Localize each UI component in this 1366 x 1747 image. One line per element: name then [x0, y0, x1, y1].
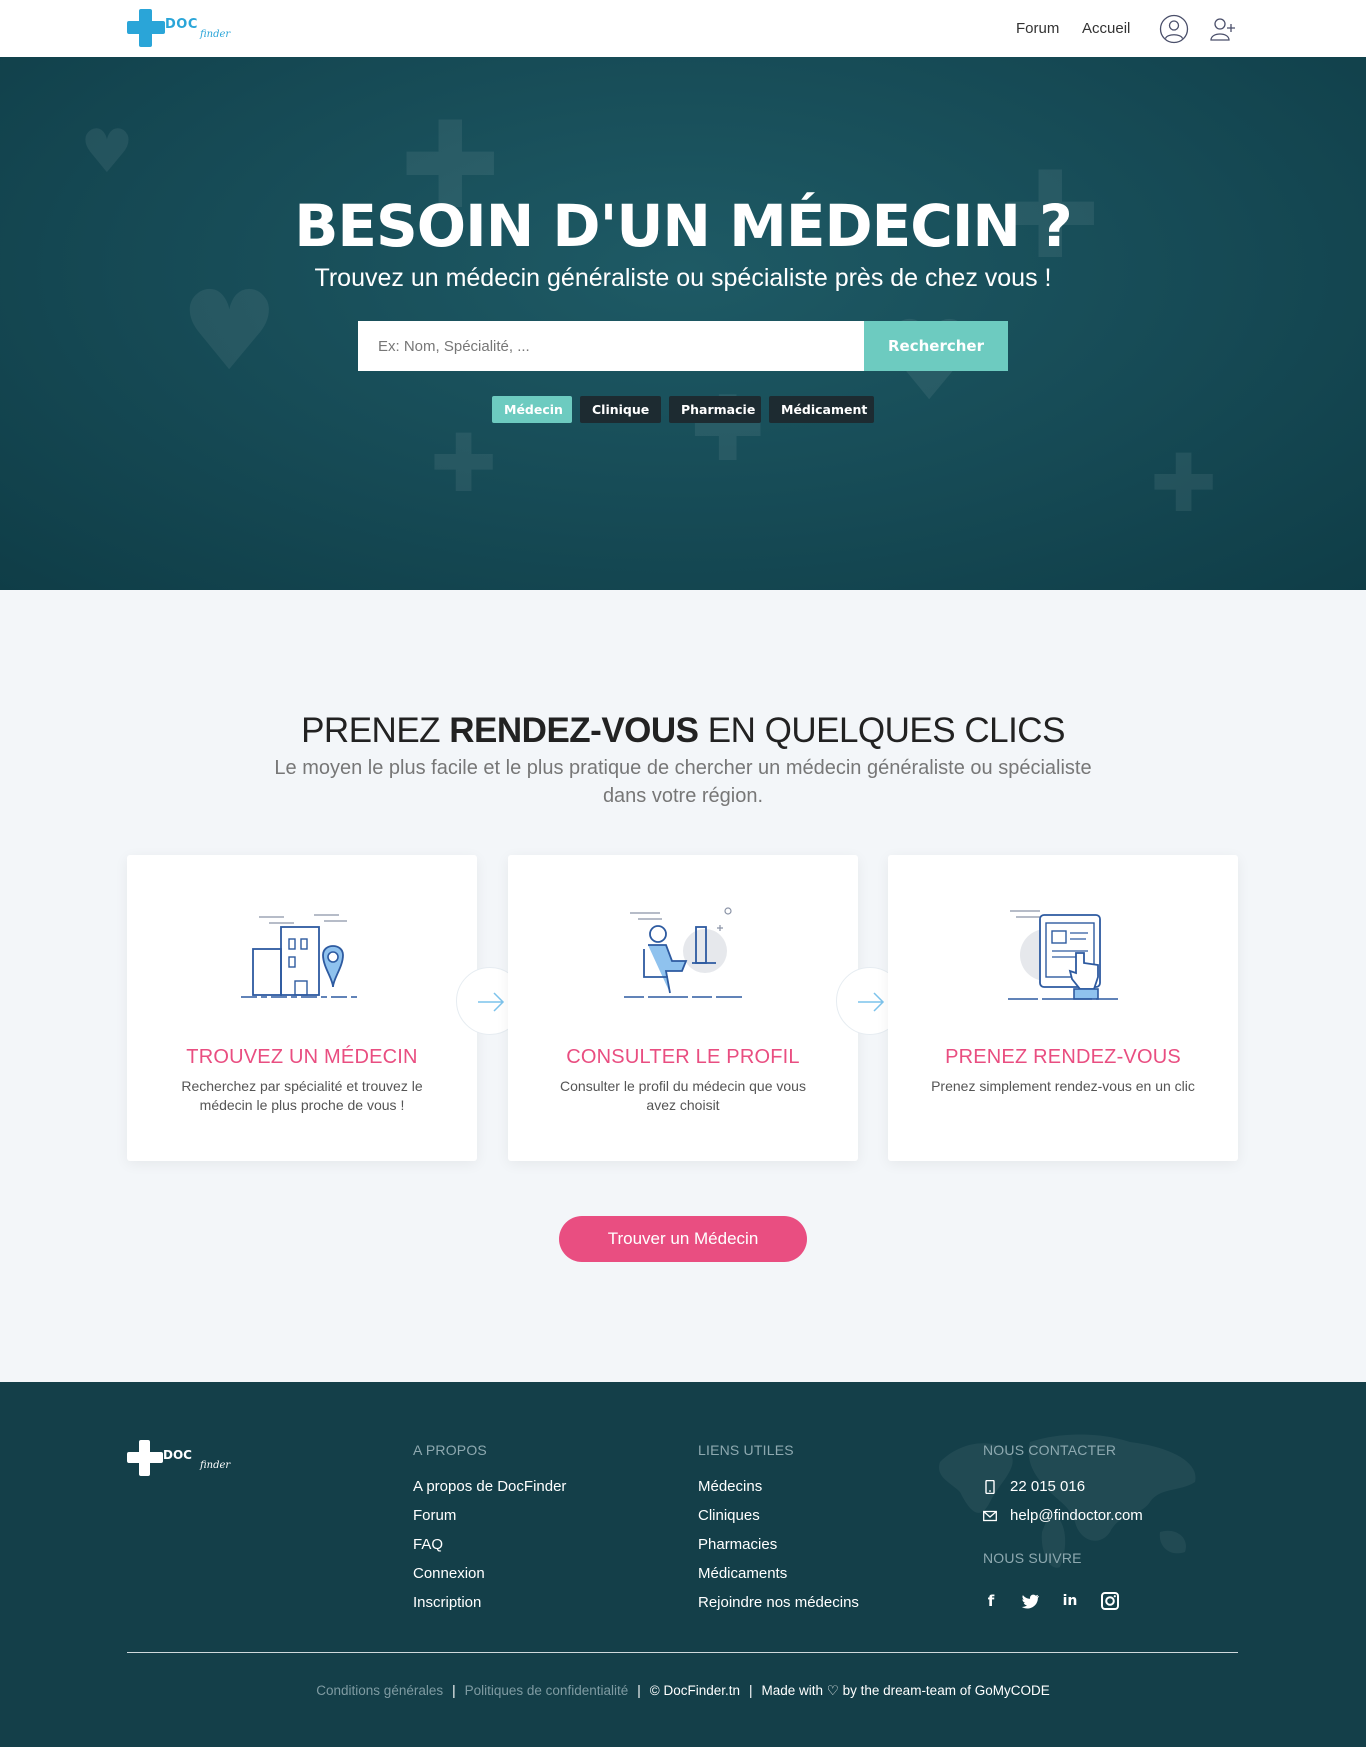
footer-link-medecins[interactable]: Médecins — [698, 1478, 762, 1495]
filter-medicament[interactable]: Médicament — [769, 396, 874, 423]
filter-clinique[interactable]: Clinique — [580, 396, 661, 423]
footer-heading-about: A PROPOS — [413, 1442, 487, 1458]
steps-description: Le moyen le plus facile et le plus prati… — [274, 757, 1092, 807]
card-title: TROUVEZ UN MÉDECIN — [186, 1046, 418, 1068]
person-at-computer-icon — [624, 907, 742, 998]
footer-link-forum[interactable]: Forum — [413, 1507, 456, 1524]
card-title: CONSULTER LE PROFIL — [566, 1046, 800, 1068]
step-card-find-doctor: TROUVEZ UN MÉDECIN Recherchez par spécia… — [127, 855, 477, 1161]
footer-link-join[interactable]: Rejoindre nos médecins — [698, 1594, 859, 1611]
steps-title: PRENEZ RENDEZ-VOUS EN QUELQUES CLICS — [301, 711, 1065, 750]
hero-subtitle: Trouvez un médecin généraliste ou spécia… — [314, 264, 1052, 292]
phone-icon — [985, 1480, 995, 1494]
facebook-icon[interactable]: f — [981, 1591, 1001, 1611]
footer-logo-text: DOC — [163, 1448, 192, 1462]
linkedin-icon[interactable]: in — [1060, 1591, 1080, 1611]
made-with-text: Made with ♡ by the dream-team of GoMyCOD… — [761, 1683, 1050, 1698]
footer-divider — [127, 1652, 1238, 1653]
find-doctor-button[interactable]: Trouver un Médecin — [559, 1216, 807, 1262]
terms-link[interactable]: Conditions générales — [316, 1683, 443, 1698]
footer-heading-follow: NOUS SUIVRE — [983, 1550, 1082, 1566]
decorative-heart-icon: ♥ — [80, 117, 134, 187]
copyright-text: © DocFinder.tn — [649, 1683, 740, 1698]
user-icon[interactable] — [1159, 14, 1189, 44]
add-user-icon[interactable] — [1208, 14, 1238, 44]
footer-bottom-bar: Conditions générales | Politiques de confi… — [316, 1683, 1050, 1698]
search-button[interactable]: Rechercher — [864, 321, 1008, 371]
twitter-icon[interactable] — [1021, 1591, 1041, 1611]
nav-link-forum[interactable]: Forum — [1016, 20, 1059, 37]
footer-link-cliniques[interactable]: Cliniques — [698, 1507, 760, 1524]
footer-logo-subtext: finder — [200, 1460, 231, 1471]
footer-link-medicaments[interactable]: Médicaments — [698, 1565, 787, 1582]
nav-link-accueil[interactable]: Accueil — [1082, 20, 1130, 37]
logo-text: DOC — [165, 17, 198, 32]
footer-link-pharmacies[interactable]: Pharmacies — [698, 1536, 777, 1553]
footer-heading-useful: LIENS UTILES — [698, 1442, 794, 1458]
card-title: PRENEZ RENDEZ-VOUS — [945, 1046, 1181, 1068]
step-card-book-appointment: PRENEZ RENDEZ-VOUS Prenez simplement ren… — [888, 855, 1238, 1161]
footer-link-faq[interactable]: FAQ — [413, 1536, 443, 1553]
tablet-touch-icon — [1008, 910, 1118, 1000]
navbar: DOC finder Forum Accueil — [0, 0, 1366, 57]
search-input[interactable] — [358, 321, 864, 371]
decorative-cross-icon: ✚ — [1150, 437, 1218, 530]
footer-link-inscription[interactable]: Inscription — [413, 1594, 481, 1611]
contact-email[interactable]: help@findoctor.com — [1010, 1507, 1143, 1524]
footer-link-connexion[interactable]: Connexion — [413, 1565, 485, 1582]
card-description: Recherchez par spécialité et trouvez le … — [181, 1078, 423, 1113]
footer-logo[interactable]: DOC finder — [127, 1440, 237, 1480]
footer-link-about[interactable]: A propos de DocFinder — [413, 1478, 566, 1495]
step-card-view-profile: CONSULTER LE PROFIL Consulter le profil … — [508, 855, 858, 1161]
decorative-cross-icon: ✚ — [430, 417, 498, 510]
instagram-icon[interactable] — [1100, 1591, 1120, 1611]
footer-heading-contact: NOUS CONTACTER — [983, 1442, 1117, 1458]
docfinder-logo[interactable]: DOC finder — [127, 9, 237, 49]
logo-subtext: finder — [200, 29, 231, 40]
envelope-icon — [983, 1510, 997, 1522]
privacy-link[interactable]: Politiques de confidentialité — [465, 1683, 629, 1698]
filter-pharmacie[interactable]: Pharmacie — [669, 396, 761, 423]
card-description: Consulter le profil du médecin que vous … — [560, 1078, 806, 1113]
medical-cross-icon — [127, 9, 165, 47]
arrow-right-icon — [478, 992, 505, 1012]
filter-medecin[interactable]: Médecin — [492, 396, 572, 423]
card-description: Prenez simplement rendez-vous en un clic — [931, 1078, 1195, 1094]
hero-section: ✚ ♥ ♥ ✚ ✚ ♥ ✚ ✚ BESOIN D'UN MÉDECIN ? Tr… — [0, 57, 1366, 590]
hero-title: BESOIN D'UN MÉDECIN ? — [294, 192, 1073, 260]
contact-phone[interactable]: 22 015 016 — [1010, 1478, 1085, 1495]
arrow-right-icon — [858, 992, 885, 1012]
city-location-pin-icon — [241, 914, 361, 998]
decorative-cross-icon: ✚ — [690, 377, 766, 482]
